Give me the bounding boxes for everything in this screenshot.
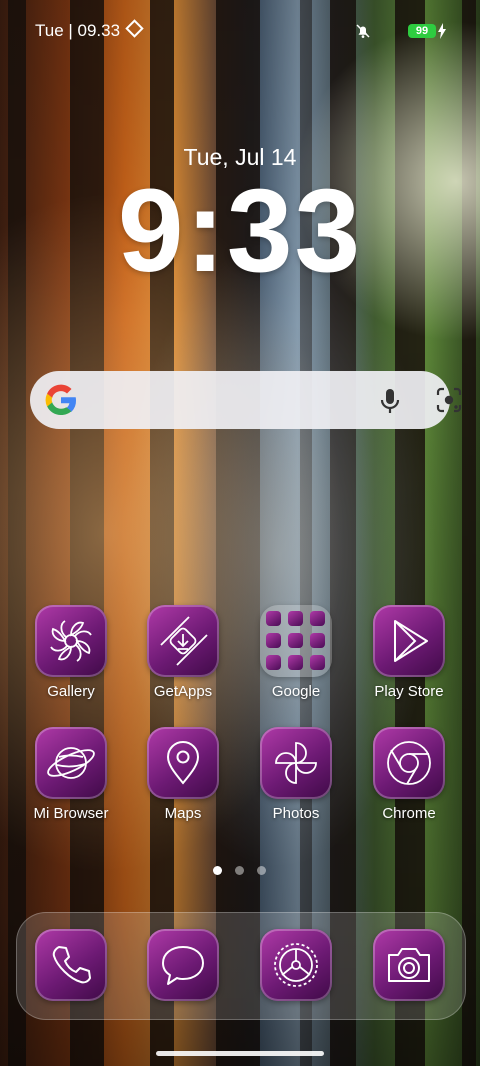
pinwheel-icon	[260, 727, 332, 799]
getapps-download-icon	[147, 605, 219, 677]
mic-icon[interactable]	[378, 387, 402, 415]
dock-app-settings[interactable]	[246, 929, 346, 1001]
message-bubble-icon	[147, 929, 219, 1001]
app-gallery[interactable]: Gallery	[21, 605, 121, 700]
charging-bolt-icon	[438, 23, 446, 39]
app-label: Maps	[164, 805, 202, 822]
app-label: Photos	[272, 805, 320, 822]
status-bar: Tue | 09.33 99	[0, 0, 480, 62]
app-label: Mi Browser	[33, 805, 109, 822]
chrome-icon	[373, 727, 445, 799]
page-dot-active	[213, 866, 222, 875]
status-time: Tue | 09.33	[35, 21, 121, 40]
app-maps[interactable]: Maps	[133, 727, 233, 822]
google-g-icon	[45, 384, 77, 416]
lens-icon[interactable]	[436, 387, 462, 413]
dock-app-camera[interactable]	[359, 929, 459, 1001]
app-google-folder[interactable]: Google	[246, 605, 346, 700]
app-label: Google	[271, 683, 321, 700]
app-label: Gallery	[47, 683, 95, 700]
battery-icon: 99	[408, 24, 436, 38]
page-dot	[257, 866, 266, 875]
gear-icon	[260, 929, 332, 1001]
phone-icon	[35, 929, 107, 1001]
folder-icon	[260, 605, 332, 677]
map-pin-icon	[147, 727, 219, 799]
app-chrome[interactable]: Chrome	[359, 727, 459, 822]
dock-app-messages[interactable]	[133, 929, 233, 1001]
search-input[interactable]	[90, 383, 364, 419]
app-label: Play Store	[374, 683, 444, 700]
google-search-bar[interactable]	[30, 371, 462, 429]
play-store-icon	[373, 605, 445, 677]
app-play-store[interactable]: Play Store	[359, 605, 459, 700]
app-getapps[interactable]: GetApps	[133, 605, 233, 700]
camera-icon	[373, 929, 445, 1001]
app-label: Chrome	[382, 805, 436, 822]
app-photos[interactable]: Photos	[246, 727, 346, 822]
app-mi-browser[interactable]: Mi Browser	[21, 727, 121, 822]
dock-app-phone[interactable]	[21, 929, 121, 1001]
gesture-nav-bar[interactable]	[156, 1051, 324, 1056]
page-dot	[235, 866, 244, 875]
planet-browser-icon	[35, 727, 107, 799]
gallery-flower-icon	[35, 605, 107, 677]
diamond-icon	[125, 19, 144, 38]
bell-muted-icon	[356, 24, 370, 38]
app-label: GetApps	[153, 683, 213, 700]
clock-text[interactable]: 9:33	[0, 166, 480, 296]
